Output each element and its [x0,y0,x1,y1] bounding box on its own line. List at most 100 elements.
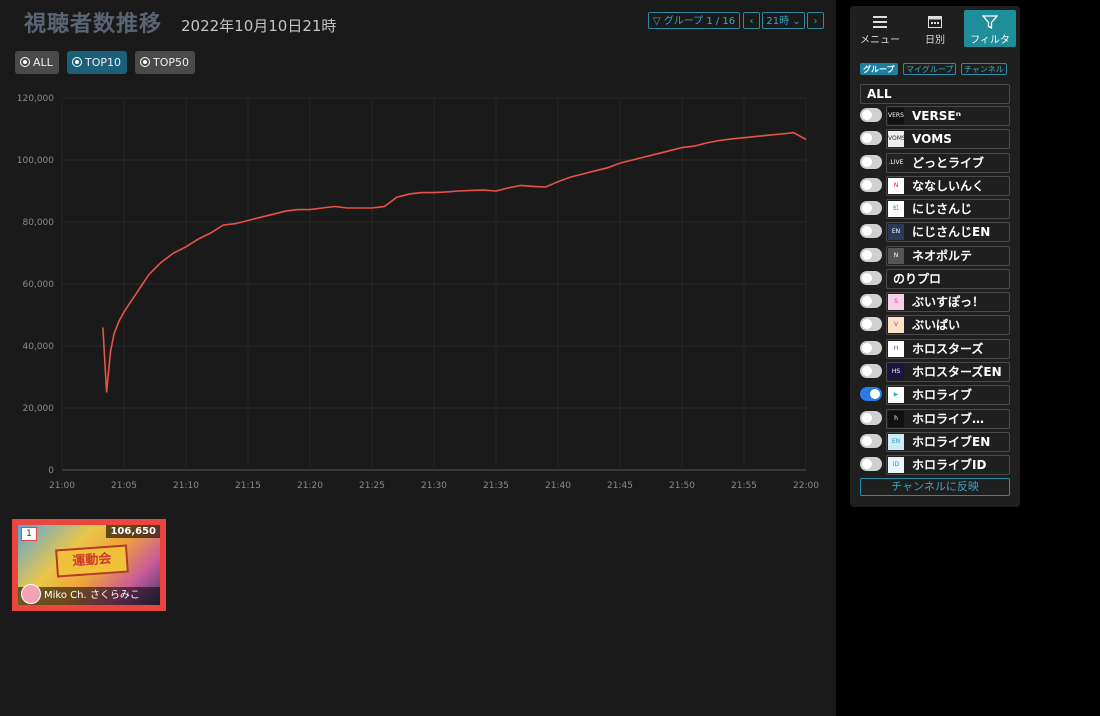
group-label-box[interactable]: .LIVE どっとライブ [886,152,1010,173]
group-label-box[interactable]: N ななしいんく [886,175,1010,196]
group-label-box[interactable]: EN ホロライブEN [886,431,1010,452]
group-logo-icon: VOMS [888,131,904,148]
group-label-box[interactable]: HS ホロスターズEN [886,361,1010,382]
group-name: ぶいぱい [912,318,961,333]
x-tick-label: 21:20 [297,481,323,491]
filter-top50-button[interactable]: TOP50 [135,51,196,74]
group-label-box[interactable]: N ネオポルテ [886,245,1010,266]
hour-select[interactable]: 21時 ⌄ [762,12,805,29]
filter-tab-label: フィルタ [970,35,1010,46]
group-name: ななしいんく [912,178,985,193]
x-tick-label: 21:15 [235,481,261,491]
group-item: ID ホロライブID [860,455,1010,476]
group-item: H ホロスターズ [860,338,1010,359]
group-name: にじさんじEN [912,225,991,240]
avatar [21,584,41,604]
group-name: ネオポルテ [912,248,973,263]
series-line [102,131,807,393]
x-tick-label: 21:45 [607,481,633,491]
group-item: S ぶいすぽっ！ [860,292,1010,313]
filter-top10-button[interactable]: TOP10 [67,51,128,74]
group-toggle[interactable] [860,177,882,192]
y-tick-label: 0 [48,466,54,476]
filter-icon: ▽ [652,16,661,27]
group-logo-icon: N [888,247,904,264]
group-label-box[interactable]: のりプロ [886,268,1010,289]
group-item: HS ホロスターズEN [860,361,1010,382]
group-label-box[interactable]: VOMS VOMS [886,129,1010,150]
viewer-chart: 0 20,000 40,000 60,000 80,000 100,000 120,000 2… [17,94,819,491]
daily-button[interactable]: 日別 [909,10,961,47]
group-logo-icon: VERSE [888,108,904,124]
group-logo-icon: .LIVE [888,154,904,171]
group-logo-icon: ID [888,457,904,474]
apply-to-channels-button[interactable]: チャンネルに反映 [860,478,1010,496]
y-tick-label: 60,000 [23,280,55,290]
group-label-box[interactable]: H ホロスターズ [886,338,1010,359]
filter-tab-button[interactable]: フィルタ [964,10,1016,47]
menu-button[interactable]: メニュー [854,10,906,47]
tab-my-group[interactable]: マイグループ [903,63,957,75]
stream-thumbnail: 運動会 1 106,650 Miko Ch. さくらみこ [18,525,160,605]
group-toggle[interactable] [860,154,882,169]
group-logo-icon: HS [888,363,904,380]
group-logo-icon: S [888,294,904,311]
group-label-box[interactable]: 虹にじさんじ [886,199,1010,220]
group-name: どっとライブ [912,155,985,170]
group-toggle[interactable] [860,224,882,239]
group-label-box[interactable]: h ホロライブ… [886,408,1010,429]
group-item: EN ホロライブEN [860,431,1010,452]
x-tick-label: 21:25 [359,481,385,491]
group-name: ホロライブ [912,388,973,403]
stream-card[interactable]: 運動会 1 106,650 Miko Ch. さくらみこ [12,519,166,611]
group-label-box[interactable]: VERSE VERSEⁿ [886,106,1010,126]
group-toggle[interactable] [860,363,882,378]
group-toggle[interactable] [860,410,882,425]
group-item: N ネオポルテ [860,245,1010,266]
group-toggle[interactable] [860,270,882,285]
group-label-box[interactable]: EN にじさんじEN [886,222,1010,243]
group-nav-label: グループ 1 / 16 [663,16,736,27]
filter-all-label: ALL [33,56,53,69]
group-toggle[interactable] [860,201,882,216]
group-toggle[interactable] [860,294,882,309]
group-label-box[interactable]: S ぶいすぽっ！ [886,292,1010,313]
next-hour-button[interactable]: › [807,12,824,29]
x-tick-label: 21:05 [111,481,137,491]
page-title: 視聴者数推移 [24,12,163,37]
group-label-box[interactable]: V ぶいぱい [886,315,1010,336]
group-label-box[interactable]: ▶ ホロライブ [886,385,1010,406]
group-all-item[interactable]: ALL [860,84,1010,104]
x-tick-label: 21:50 [669,481,695,491]
filter-top50-label: TOP50 [153,56,190,69]
hour-label: 21時 [766,16,790,27]
tab-group[interactable]: グループ [860,63,898,75]
prev-hour-button[interactable]: ‹ [743,12,760,29]
group-nav-button[interactable]: ▽ グループ 1 / 16 [648,12,740,29]
tab-channel[interactable]: チャンネル [961,63,1007,75]
group-toggle[interactable] [860,340,882,355]
group-item: h ホロライブ… [860,408,1010,429]
group-toggle[interactable] [860,387,882,402]
x-tick-label: 21:40 [545,481,571,491]
group-toggle[interactable] [860,457,882,472]
group-item: VOMS VOMS [860,129,1010,150]
group-toggle[interactable] [860,247,882,262]
main-area: 視聴者数推移 2022年10月10日21時 ▽ グループ 1 / 16 ‹ 21… [0,0,836,716]
group-label-box[interactable]: ID ホロライブID [886,455,1010,476]
group-toggle[interactable] [860,131,882,146]
y-tick-label: 20,000 [23,404,55,414]
group-toggle[interactable] [860,108,882,122]
group-name: のりプロ [893,271,942,286]
group-toggle[interactable] [860,317,882,332]
group-item: N ななしいんく [860,175,1010,196]
filter-all-button[interactable]: ALL [15,51,59,74]
group-name: ホロライブEN [912,434,991,449]
filter-top10-label: TOP10 [85,56,122,69]
x-tick-label: 21:55 [731,481,757,491]
group-toggle[interactable] [860,433,882,448]
radio-icon [20,57,30,67]
group-logo-icon: H [888,340,904,357]
x-tick-label: 21:30 [421,481,447,491]
group-name: VOMS [912,132,952,147]
